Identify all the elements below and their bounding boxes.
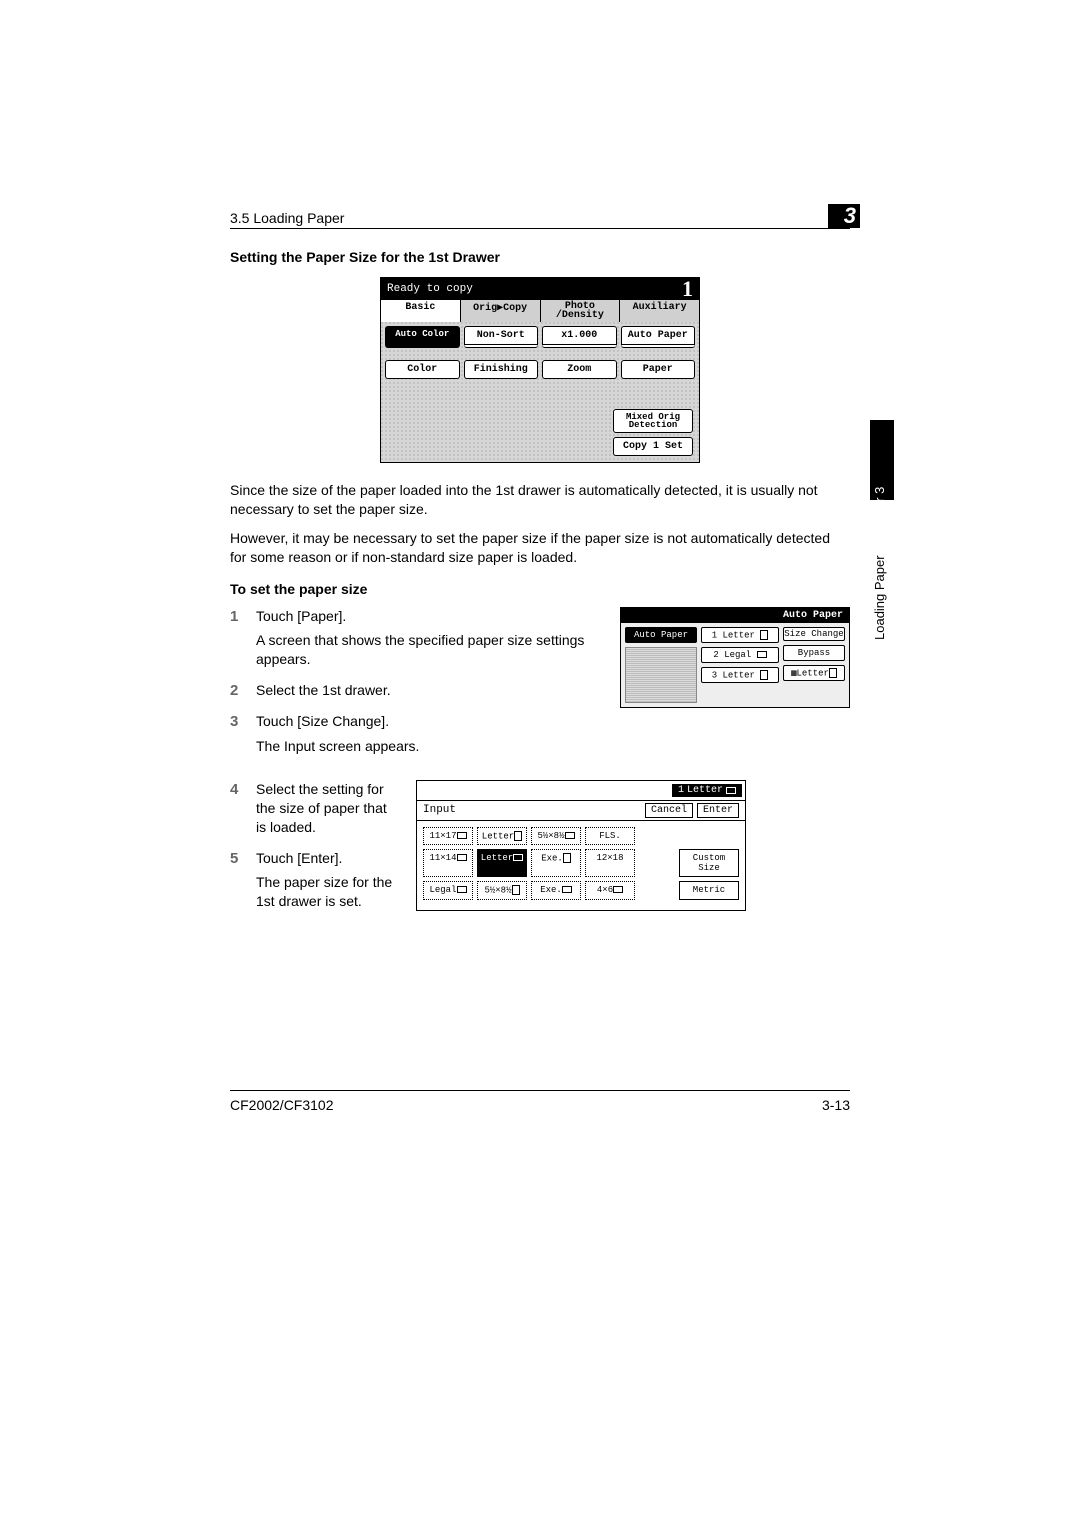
step-2: Select the 1st drawer. [230,681,604,700]
portrait-icon [760,670,768,680]
size-12x18[interactable]: 12×18 [585,849,635,877]
size-letter-p[interactable]: Letter [477,827,527,845]
landscape-icon [757,651,767,658]
drawer-3[interactable]: 3 Letter [701,667,779,683]
step-5: Touch [Enter]. The paper size for the 1s… [230,849,400,912]
copy-counter: 1 [682,280,693,298]
input-label: Input [423,804,456,816]
machine-diagram [625,647,697,703]
tab-auxiliary[interactable]: Auxiliary [620,300,699,322]
paper-button[interactable]: Paper [621,360,696,379]
size-11x17[interactable]: 11×17 [423,827,473,845]
finishing-button[interactable]: Finishing [464,360,539,379]
auto-paper-selected[interactable]: Auto Paper [625,627,697,643]
size-exe-p[interactable]: Exe. [531,849,581,877]
size-11x14[interactable]: 11×14 [423,849,473,877]
heading-setting-paper-size: Setting the Paper Size for the 1st Drawe… [230,249,850,265]
step-4: Select the setting for the size of paper… [230,780,400,837]
section-header: 3.5 Loading Paper [230,210,344,226]
step-3: Touch [Size Change]. The Input screen ap… [230,712,604,756]
lcd-ready-to-copy: Ready to copy 1 Basic Orig▶Copy Photo /D… [380,277,700,463]
side-tab-label-chapter: Chapter 3 [872,487,887,552]
drawer-1[interactable]: 1 Letter [701,627,779,643]
drawer-2[interactable]: 2 Legal [701,647,779,663]
paragraph-intro-1: Since the size of the paper loaded into … [230,481,850,519]
paragraph-intro-2: However, it may be necessary to set the … [230,529,850,567]
size-legal[interactable]: Legal [423,881,473,899]
cancel-button[interactable]: Cancel [645,803,693,818]
portrait-icon [829,668,837,678]
side-tab-label-plain: Loading Paper [872,555,887,640]
lcd-drawer-select: Auto Paper Auto Paper 1 Letter 2 Legal 3… [620,607,850,708]
color-button[interactable]: Color [385,360,460,379]
zoom-button[interactable]: Zoom [542,360,617,379]
status-text: Ready to copy [387,283,473,295]
size-exe-l[interactable]: Exe. [531,881,581,899]
tab-photo-density[interactable]: Photo /Density [541,300,621,322]
auto-paper-button[interactable]: Auto Paper [621,326,696,348]
mixed-orig-button[interactable]: Mixed Orig Detection [613,409,693,433]
footer-page-number: 3-13 [822,1097,850,1113]
copy-set-button[interactable]: Copy 1 Set [613,437,693,456]
panel2-title: Auto Paper [621,608,849,623]
tab-orig-copy[interactable]: Orig▶Copy [461,300,541,322]
lcd-input-size: 1 Letter Input Cancel Enter 11×17 Letter… [416,780,746,911]
portrait-icon [760,630,768,640]
size-4x6[interactable]: 4×6 [585,881,635,899]
step-1: Touch [Paper]. A screen that shows the s… [230,607,604,670]
bypass-letter[interactable]: ▦Letter [783,665,845,681]
size-change-button[interactable]: Size Change [783,627,845,641]
drawer-indicator: 1 Letter [672,784,742,797]
size-halfletter-p[interactable]: 5½×8½ [477,881,527,899]
heading-to-set-paper-size: To set the paper size [230,581,850,597]
size-letter-l-selected[interactable]: Letter [477,849,527,877]
side-chapter-tab: Loading Paper Chapter 3 [870,420,894,640]
tab-basic[interactable]: Basic [381,300,461,322]
auto-color-button[interactable]: Auto Color [385,326,460,348]
zoom-ratio-button[interactable]: x1.000 [542,326,617,348]
footer-model: CF2002/CF3102 [230,1097,334,1113]
size-fls[interactable]: FLS. [585,827,635,845]
enter-button[interactable]: Enter [697,803,739,818]
bypass-button[interactable]: Bypass [783,645,845,661]
size-halfletter-l[interactable]: 5½×8½ [531,827,581,845]
non-sort-button[interactable]: Non-Sort [464,326,539,348]
custom-size-button[interactable]: Custom Size [679,849,739,877]
metric-button[interactable]: Metric [679,881,739,899]
chapter-number-box: 3 [828,204,860,228]
landscape-icon [726,787,736,794]
